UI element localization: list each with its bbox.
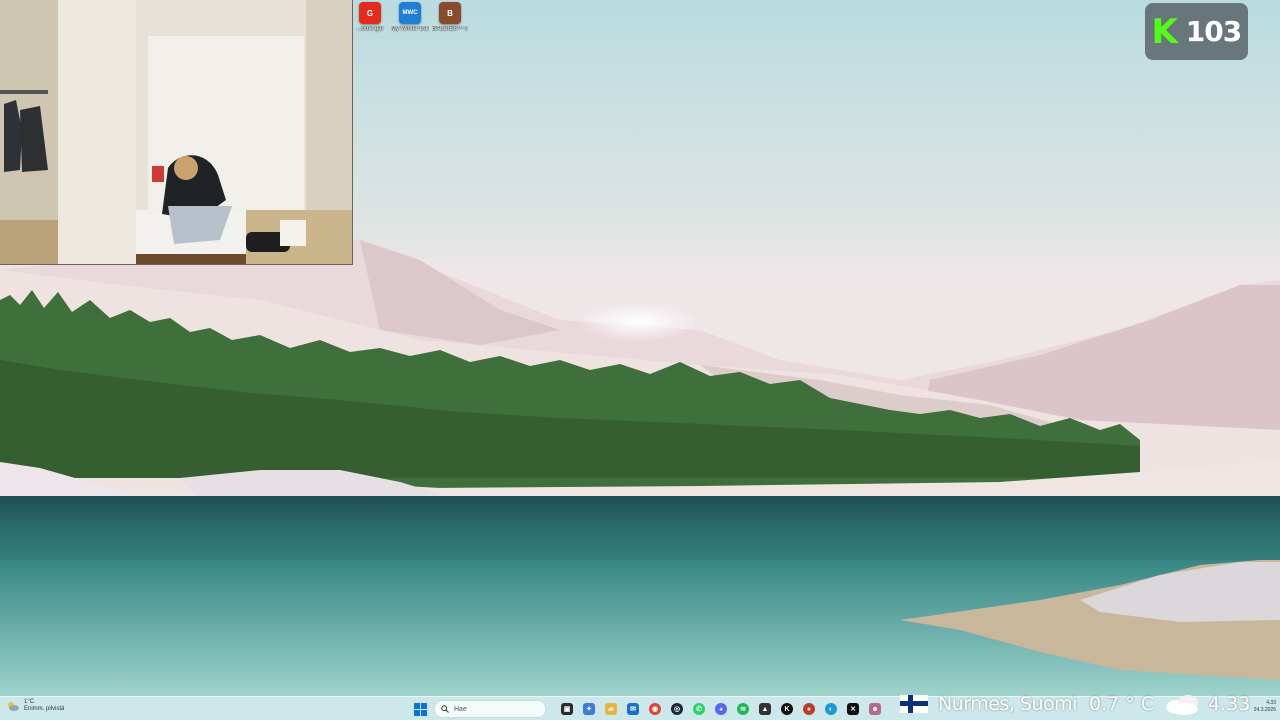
system-clock[interactable]: 4.33 24.3.2026 bbox=[1254, 700, 1276, 714]
copilot-app[interactable]: ✦ bbox=[580, 699, 598, 719]
mail-app[interactable]: ✉ bbox=[624, 699, 642, 719]
windows-logo-icon bbox=[413, 702, 427, 716]
desktop-screen: G ...ome gar MWC My Winter Car B BALDIES… bbox=[0, 0, 1280, 720]
task-view-icon: ▣ bbox=[561, 703, 573, 715]
clock-date: 24.3.2026 bbox=[1253, 707, 1276, 713]
taskbar-search[interactable]: Hae bbox=[434, 700, 546, 718]
desktop-icons: G ...ome gar MWC My Winter Car B BALDIES… bbox=[352, 2, 468, 33]
search-placeholder: Hae bbox=[454, 705, 467, 713]
chrome-app[interactable]: ◉ bbox=[646, 699, 664, 719]
kick-logo-icon: K bbox=[1151, 11, 1178, 52]
mail-icon: ✉ bbox=[627, 703, 639, 715]
spotify-icon: ≋ bbox=[737, 703, 749, 715]
cloud-sun-icon bbox=[8, 702, 19, 711]
desktop-icon-label: My Winter Car bbox=[390, 26, 430, 32]
viewer-count: 103 bbox=[1185, 15, 1242, 48]
whatsapp-icon: ✆ bbox=[693, 703, 705, 715]
chrome-icon: ◉ bbox=[649, 703, 661, 715]
taskbar-center: Hae ▣ ✦ ▰ ✉ ◉ ◎ ✆ ◕ ≋ ▲ K ● ◐ ✕ ☻ bbox=[410, 699, 884, 719]
file-explorer-app[interactable]: ▰ bbox=[602, 699, 620, 719]
game-3-icon: B bbox=[439, 2, 461, 24]
capcut-app[interactable]: ✕ bbox=[844, 699, 862, 719]
location-weather-overlay: Nurmes, Suomi 0.7 ° C 4.33 bbox=[900, 688, 1280, 720]
weather-desc: Enimm. pilvistä bbox=[24, 706, 65, 712]
kick-icon: K bbox=[781, 703, 793, 715]
task-view-app[interactable]: ▣ bbox=[558, 699, 576, 719]
copilot-icon: ✦ bbox=[583, 703, 595, 715]
steam-icon: ◎ bbox=[671, 703, 683, 715]
folder-icon: ▰ bbox=[605, 703, 617, 715]
time-text: 4.33 bbox=[1208, 693, 1251, 715]
desktop-icon-my-winter-car[interactable]: MWC My Winter Car bbox=[390, 2, 430, 33]
weather-widget[interactable]: 1°C Enimm. pilvistä bbox=[6, 699, 64, 713]
record-icon: ● bbox=[803, 703, 815, 715]
start-button[interactable] bbox=[410, 699, 430, 719]
photo-app[interactable]: ▲ bbox=[756, 699, 774, 719]
search-icon bbox=[441, 705, 449, 713]
photo-icon: ▲ bbox=[759, 703, 771, 715]
edge-app[interactable]: ◐ bbox=[822, 699, 840, 719]
extra-app-icon: ☻ bbox=[869, 703, 881, 715]
cloud-icon bbox=[1166, 695, 1198, 715]
desktop-icon-game-3[interactable]: B BALDIES™ s bbox=[432, 2, 468, 33]
extra-app[interactable]: ☻ bbox=[866, 699, 884, 719]
game-1-icon: G bbox=[359, 2, 381, 24]
desktop-icon-game-1[interactable]: G ...ome gar bbox=[352, 2, 388, 33]
discord-icon: ◕ bbox=[715, 703, 727, 715]
whatsapp-app[interactable]: ✆ bbox=[690, 699, 708, 719]
finland-flag-icon bbox=[900, 695, 928, 713]
spotify-app[interactable]: ≋ bbox=[734, 699, 752, 719]
kick-viewer-badge: K 103 bbox=[1145, 3, 1248, 60]
webcam-feed bbox=[0, 0, 352, 264]
my-winter-car-icon: MWC bbox=[399, 2, 421, 24]
webcam-overlay bbox=[0, 0, 353, 265]
temperature-text: 0.7 ° C bbox=[1088, 693, 1154, 715]
kick-app[interactable]: K bbox=[778, 699, 796, 719]
location-text: Nurmes, Suomi bbox=[938, 693, 1077, 715]
desktop-icon-label: BALDIES™ s bbox=[432, 26, 469, 32]
record-app[interactable]: ● bbox=[800, 699, 818, 719]
capcut-icon: ✕ bbox=[847, 703, 859, 715]
steam-app[interactable]: ◎ bbox=[668, 699, 686, 719]
weather-temp: 1°C bbox=[24, 699, 35, 705]
desktop-icon-label: ...ome gar bbox=[356, 26, 384, 32]
clock-time: 4.33 bbox=[1266, 700, 1276, 706]
discord-app[interactable]: ◕ bbox=[712, 699, 730, 719]
edge-icon: ◐ bbox=[825, 703, 837, 715]
